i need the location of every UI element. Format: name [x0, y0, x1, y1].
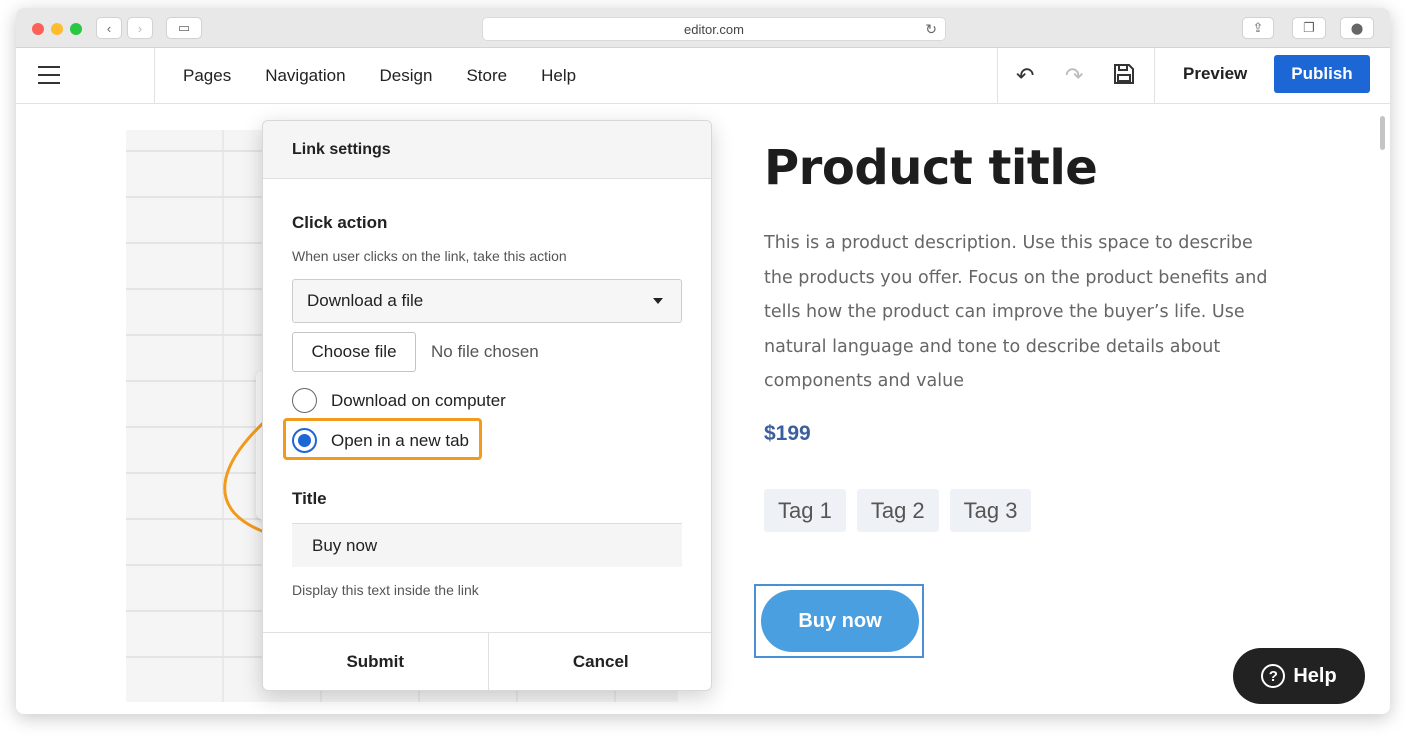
buy-now-button[interactable]: Buy now — [761, 590, 919, 652]
close-window-button[interactable] — [32, 23, 44, 35]
address-bar[interactable]: editor.com ↻ — [482, 17, 946, 41]
minimize-window-button[interactable] — [51, 23, 63, 35]
file-status: No file chosen — [431, 342, 539, 361]
forward-icon[interactable]: › — [127, 17, 153, 39]
radio-open-in-new-tab[interactable]: Open in a new tab — [292, 428, 469, 453]
product-tags: Tag 1 Tag 2 Tag 3 — [764, 489, 1032, 532]
link-settings-dialog: Link settings Click action When user cli… — [262, 120, 712, 691]
editor-topbar: Pages Navigation Design Store Help ↶ ↷ P… — [16, 48, 1390, 104]
selected-element-outline: Buy now — [754, 584, 924, 658]
radio-button-selected[interactable] — [292, 428, 317, 453]
dialog-footer: Submit Cancel — [263, 632, 712, 690]
share-icon[interactable]: ⇪ — [1242, 17, 1274, 39]
maximize-window-button[interactable] — [70, 23, 82, 35]
nav-item-navigation[interactable]: Navigation — [265, 66, 345, 86]
menu-icon[interactable] — [38, 66, 60, 90]
browser-toolbar: ‹ › ▭ editor.com ↻ ⇪ ❐ ⬤ — [16, 8, 1390, 48]
help-button[interactable]: ? Help — [1233, 648, 1365, 704]
redo-icon[interactable]: ↷ — [1065, 63, 1083, 89]
question-icon: ? — [1261, 664, 1286, 688]
main-nav: Pages Navigation Design Store Help — [183, 48, 576, 104]
product-title: Product title — [764, 140, 1098, 196]
radio-download-on-computer[interactable]: Download on computer — [292, 388, 506, 413]
tag-item[interactable]: Tag 3 — [949, 489, 1032, 532]
nav-item-help[interactable]: Help — [541, 66, 576, 86]
cancel-button[interactable]: Cancel — [487, 633, 712, 690]
browser-window: ‹ › ▭ editor.com ↻ ⇪ ❐ ⬤ Pages Navigatio… — [16, 8, 1390, 714]
nav-item-design[interactable]: Design — [380, 66, 433, 86]
preview-button[interactable]: Preview — [1183, 64, 1247, 84]
click-action-help: When user clicks on the link, take this … — [292, 248, 567, 264]
divider — [997, 48, 998, 104]
tag-item[interactable]: Tag 1 — [764, 489, 846, 532]
click-action-select[interactable]: Download a file — [292, 279, 682, 323]
divider — [1154, 48, 1155, 104]
nav-item-pages[interactable]: Pages — [183, 66, 231, 86]
dialog-title: Link settings — [263, 121, 711, 179]
choose-file-button[interactable]: Choose file — [292, 332, 416, 372]
title-label: Title — [292, 489, 327, 508]
back-icon[interactable]: ‹ — [96, 17, 122, 39]
divider — [154, 48, 155, 104]
save-icon[interactable] — [1113, 63, 1135, 91]
radio-label: Open in a new tab — [331, 430, 469, 450]
product-price: $199 — [764, 422, 811, 445]
submit-button[interactable]: Submit — [263, 633, 488, 690]
click-action-label: Click action — [292, 213, 388, 232]
title-input[interactable]: Buy now — [292, 523, 682, 567]
sidebar-toggle-icon[interactable]: ▭ — [166, 17, 202, 39]
product-description: This is a product description. Use this … — [764, 233, 1268, 391]
tag-item[interactable]: Tag 2 — [856, 489, 939, 532]
undo-icon[interactable]: ↶ — [1016, 63, 1034, 89]
nav-item-store[interactable]: Store — [466, 66, 507, 86]
select-value: Download a file — [307, 291, 424, 310]
tabs-icon[interactable]: ❐ — [1292, 17, 1326, 39]
reload-icon[interactable]: ↻ — [925, 21, 937, 38]
downloads-icon[interactable]: ⬤ — [1340, 17, 1374, 39]
publish-button[interactable]: Publish — [1274, 55, 1370, 93]
chevron-down-icon — [653, 298, 663, 304]
help-label: Help — [1293, 664, 1337, 687]
url-text: editor.com — [684, 21, 744, 37]
title-help: Display this text inside the link — [292, 582, 479, 598]
scrollbar[interactable] — [1380, 116, 1385, 150]
radio-button[interactable] — [292, 388, 317, 413]
page-canvas: Product title This is a product descript… — [16, 104, 1390, 714]
radio-label: Download on computer — [331, 390, 506, 410]
